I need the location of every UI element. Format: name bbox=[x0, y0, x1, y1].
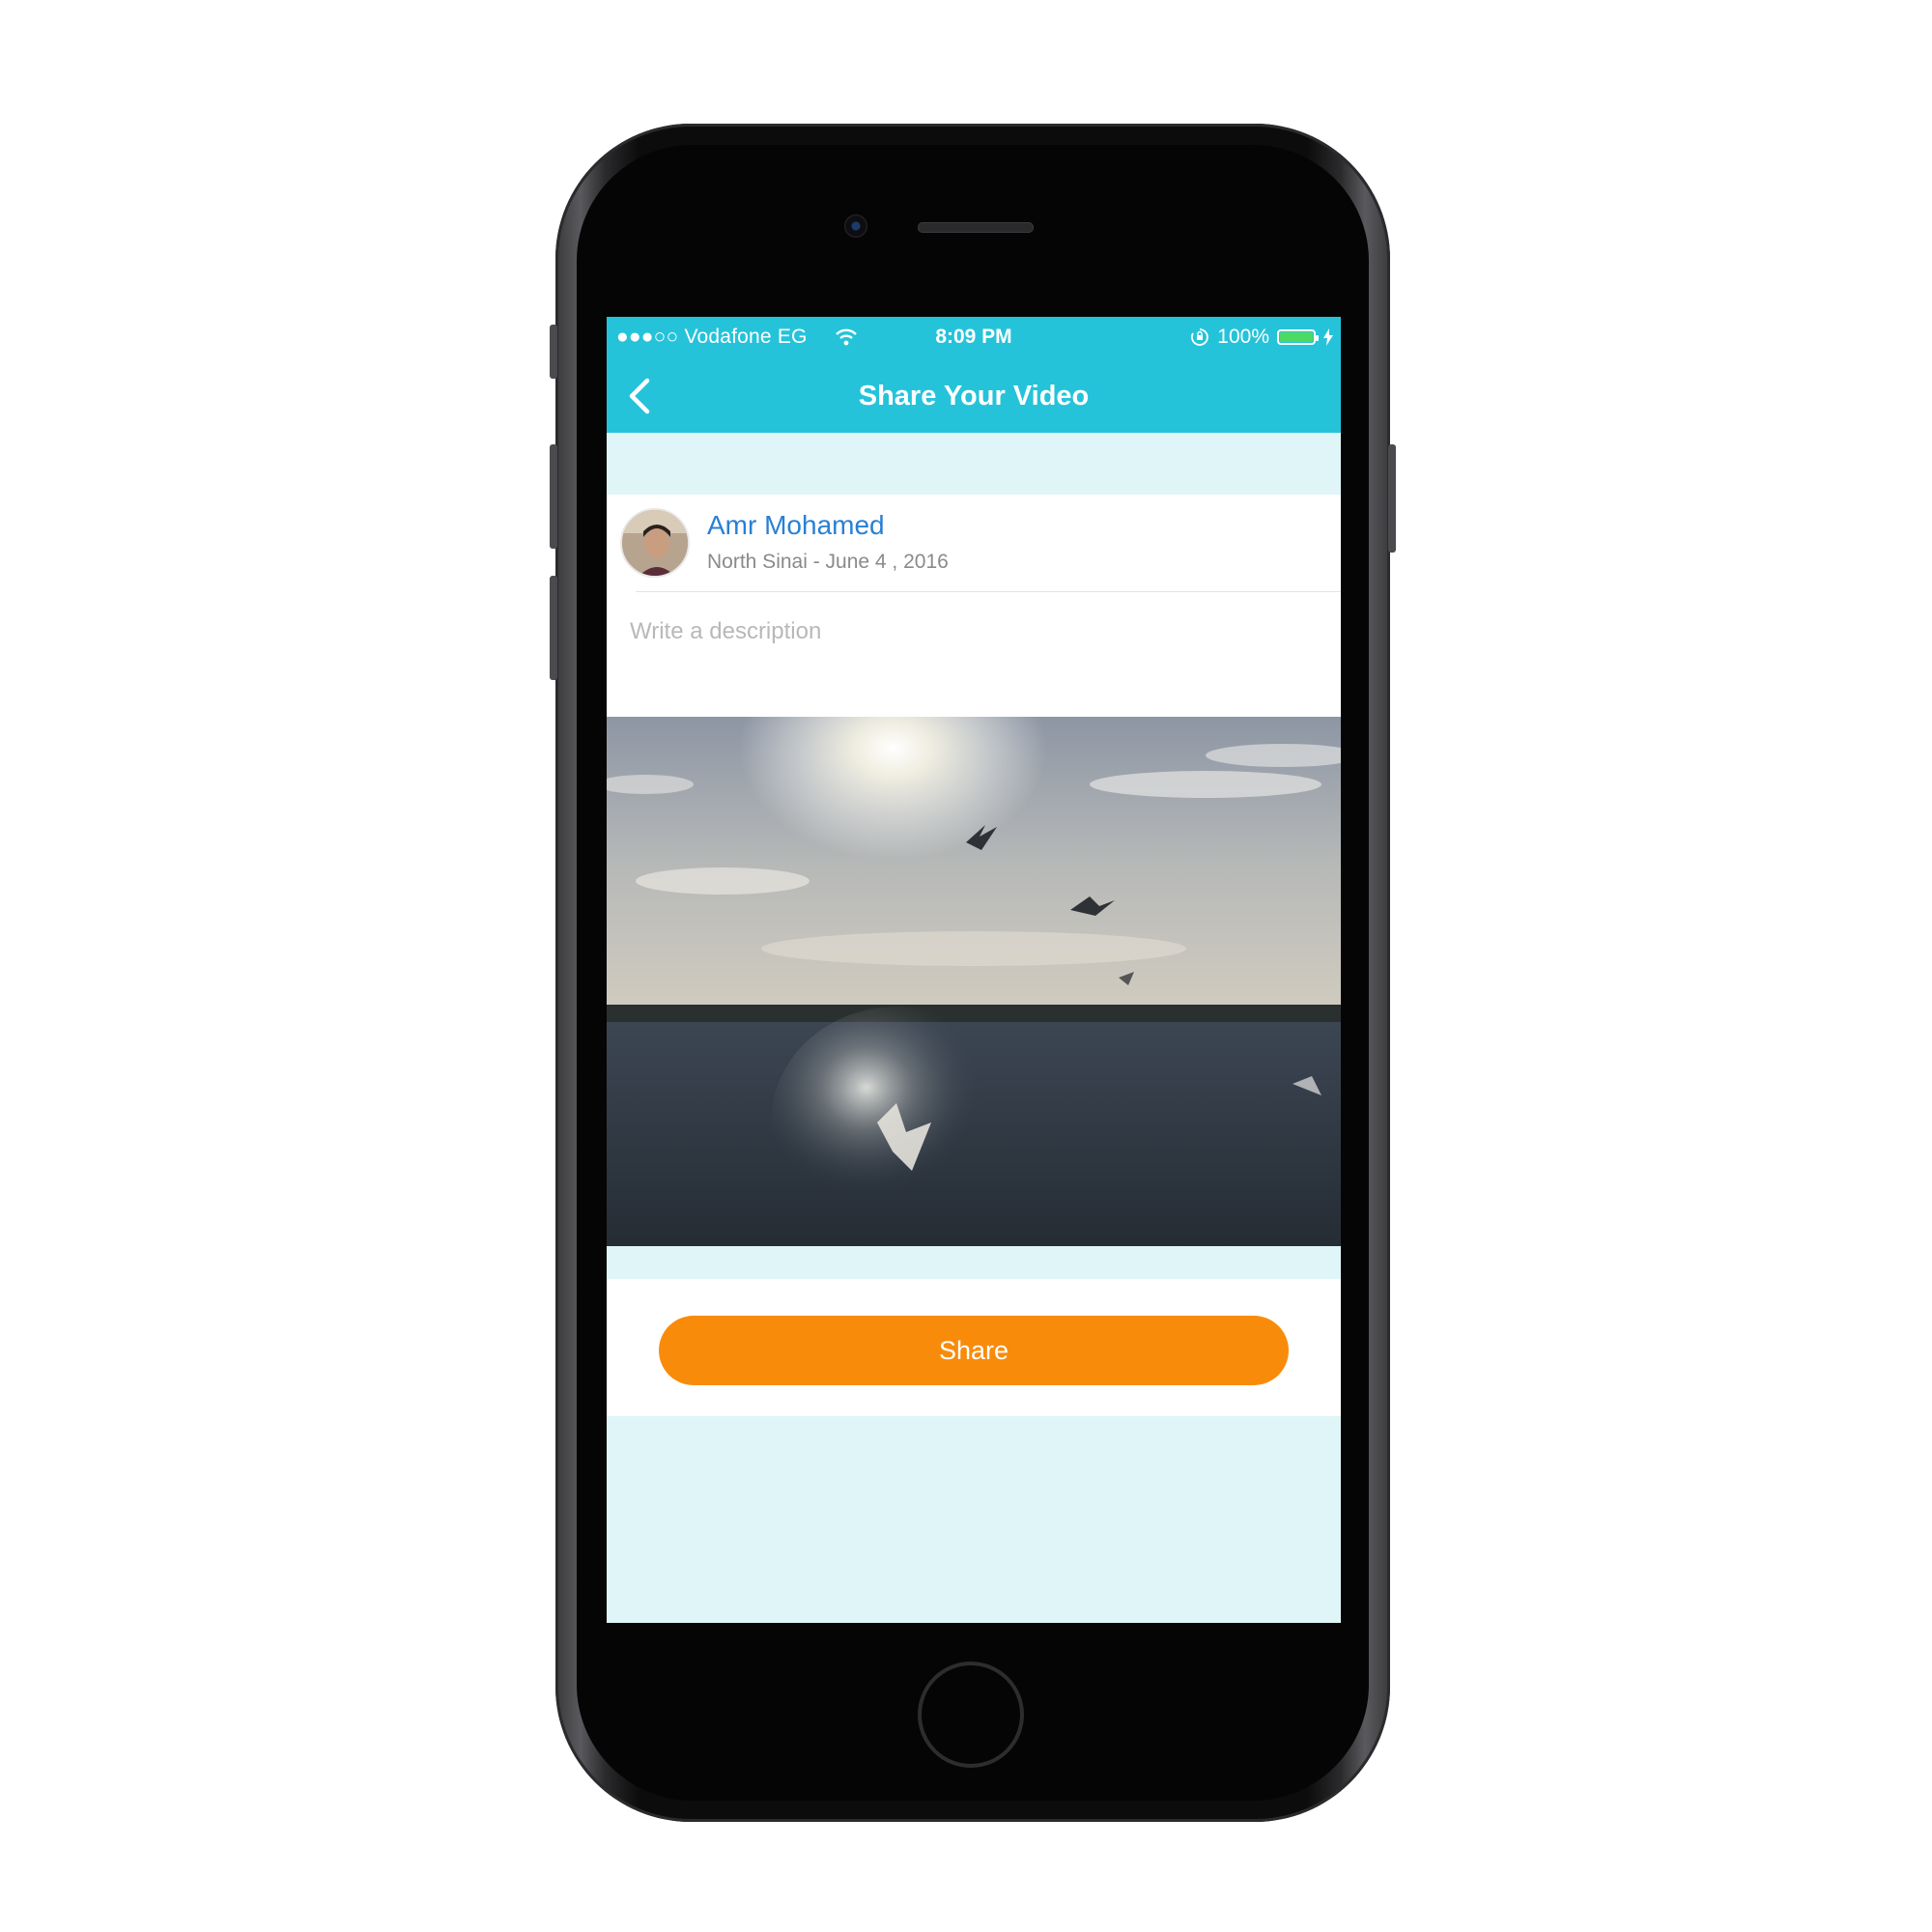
page-title: Share Your Video bbox=[858, 381, 1090, 412]
status-right: 100% bbox=[1190, 326, 1333, 349]
rotation-lock-icon bbox=[1191, 328, 1209, 346]
battery-percent: 100% bbox=[1217, 326, 1269, 348]
earpiece-speaker bbox=[918, 222, 1034, 233]
post-location-date: North Sinai - June 4 , 2016 bbox=[707, 551, 949, 573]
power-button bbox=[1388, 444, 1396, 553]
battery-fill bbox=[1280, 332, 1313, 342]
avatar-photo bbox=[622, 510, 688, 576]
mute-switch bbox=[550, 325, 557, 379]
status-bar: ●●●○○ Vodafone EG 8:09 PM 100% bbox=[607, 317, 1341, 359]
charging-bolt-icon bbox=[1323, 328, 1333, 346]
divider bbox=[636, 591, 1341, 592]
volume-down-button bbox=[550, 576, 557, 680]
share-panel: Share bbox=[607, 1279, 1341, 1416]
avatar[interactable] bbox=[620, 508, 690, 578]
navigation-bar: Share Your Video bbox=[607, 359, 1341, 433]
front-camera bbox=[844, 214, 867, 238]
home-button[interactable] bbox=[918, 1662, 1024, 1768]
description-input[interactable] bbox=[630, 618, 1306, 645]
volume-up-button bbox=[550, 444, 557, 549]
share-button[interactable]: Share bbox=[659, 1316, 1289, 1385]
app-screen: ●●●○○ Vodafone EG 8:09 PM 100% Share You… bbox=[607, 317, 1341, 1623]
video-preview-image bbox=[607, 717, 1341, 1246]
user-name-link[interactable]: Amr Mohamed bbox=[707, 510, 885, 541]
battery-icon bbox=[1277, 329, 1319, 345]
video-thumbnail[interactable] bbox=[607, 717, 1341, 1246]
post-card: Amr Mohamed North Sinai - June 4 , 2016 bbox=[607, 495, 1341, 717]
